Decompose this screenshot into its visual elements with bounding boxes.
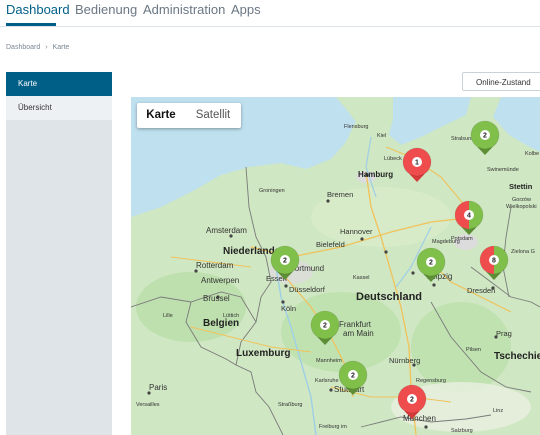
map-type-karte-button[interactable]: Karte	[137, 103, 185, 128]
map-marker-count: 1	[415, 160, 419, 167]
map-label-paris: Paris	[149, 383, 168, 392]
map-label-hamburg: Hamburg	[358, 170, 394, 179]
map-label-lille: Lille	[163, 313, 173, 319]
map-label-versailles: Versailles	[136, 402, 160, 408]
map-label-prag: Prag	[496, 329, 512, 338]
map-label-amsterdam: Amsterdam	[206, 226, 247, 235]
map-label-bremen: Bremen	[327, 190, 354, 199]
map-label-tschechien: Tschechien	[494, 351, 540, 362]
map-label-brussel: Brussel	[203, 294, 230, 303]
map-label-mannheim: Mannheim	[316, 358, 342, 364]
map-marker-count: 2	[351, 373, 355, 380]
sidebar-item-karte[interactable]: Karte	[6, 72, 112, 96]
map-label-groningen: Groningen	[259, 188, 285, 194]
map-marker-count: 2	[483, 133, 487, 140]
map-label-potsdam: Potsdam	[451, 236, 473, 242]
map-label-rotterdam: Rotterdam	[196, 261, 234, 270]
map-label-am-main: am Main	[343, 329, 374, 338]
map-label-frankfurt: Frankfurt	[339, 320, 372, 329]
map-label-luebeck: Lübeck	[384, 156, 402, 162]
map-label-karlsruhe: Karlsruhe	[315, 378, 339, 384]
map-label-wielkopolski: Wielkopolski	[506, 204, 537, 210]
breadcrumb-dashboard[interactable]: Dashboard	[6, 44, 40, 51]
map-label-kiel: Kiel	[377, 133, 387, 139]
top-navigation: Dashboard Bedienung Administration Apps	[0, 0, 540, 27]
map-label-koeln: Köln	[281, 304, 297, 313]
tab-administration[interactable]: Administration	[143, 2, 225, 17]
map-label-bielefeld: Bielefeld	[316, 240, 345, 249]
map-label-dresden: Dresden	[467, 286, 496, 295]
map-label-zielona: Zielona G	[511, 249, 535, 255]
map-type-control: Karte Satellit	[137, 103, 241, 128]
online-status-button[interactable]: Online-Zustand	[462, 72, 540, 91]
map-type-satellit-button[interactable]: Satellit	[185, 103, 241, 128]
map-view[interactable]: Flensburg Kiel Stralsund Kolbe Lübeck Ha…	[131, 97, 540, 435]
breadcrumb-separator: ›	[45, 44, 48, 51]
breadcrumb-karte: Karte	[52, 44, 70, 51]
map-label-luxemburg: Luxemburg	[236, 348, 291, 359]
tab-apps[interactable]: Apps	[231, 2, 261, 17]
map-marker-count: 8	[492, 258, 496, 265]
map-label-pilsen: Pilsen	[466, 347, 481, 353]
map-label-regensburg: Regensburg	[416, 378, 446, 384]
breadcrumb: Dashboard › Karte	[6, 44, 69, 51]
map-label-nuernberg: Nürnberg	[389, 356, 421, 365]
map-label-muenchen: München	[403, 414, 436, 423]
map-label-duesseldorf: Düsseldorf	[289, 285, 325, 294]
map-label-hannover: Hannover	[340, 227, 373, 236]
map-label-stralsund: Stralsund	[451, 136, 475, 142]
map-label-belgien: Belgien	[203, 318, 240, 329]
map-label-flensburg: Flensburg	[344, 124, 369, 130]
map-marker-count: 2	[410, 397, 414, 404]
map-label-kolbe: Kolbe	[525, 151, 540, 157]
map-label-gorzow: Gorzów	[512, 197, 531, 203]
map-label-salzburg: Salzburg	[451, 428, 473, 434]
sidebar-item-uebersicht[interactable]: Übersicht	[6, 96, 112, 120]
map-label-deutschland: Deutschland	[356, 291, 423, 303]
map-label-linz: Linz	[493, 408, 504, 414]
map-label-freiburg: Freiburg im	[319, 424, 347, 430]
map-label-stettin: Stettin	[509, 182, 533, 191]
map-marker-count: 2	[323, 323, 327, 330]
active-tab-indicator	[6, 23, 56, 26]
map-marker-count: 2	[429, 260, 433, 267]
tab-dashboard[interactable]: Dashboard	[6, 2, 70, 17]
sidebar: Karte Übersicht	[6, 72, 112, 435]
map-label-strassburg: Straßburg	[278, 402, 303, 408]
map-marker-count: 4	[467, 213, 471, 220]
map-label-antwerpen: Antwerpen	[201, 276, 240, 285]
map-label-kassel: Kassel	[353, 275, 370, 281]
map-label-swinemuende: Swinemünde	[487, 167, 519, 173]
tab-bedienung[interactable]: Bedienung	[75, 2, 137, 17]
map-marker-count: 2	[283, 258, 287, 265]
